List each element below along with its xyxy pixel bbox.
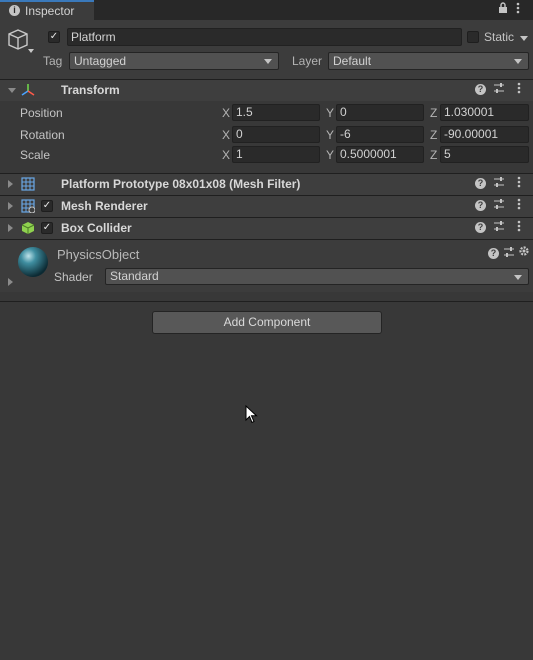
axis-x-label[interactable]: X bbox=[222, 148, 230, 162]
info-icon: i bbox=[9, 5, 20, 16]
presets-icon[interactable] bbox=[503, 246, 515, 261]
chevron-down-icon bbox=[264, 59, 272, 64]
axis-y-label[interactable]: Y bbox=[326, 148, 334, 162]
axis-z-label[interactable]: Z bbox=[430, 148, 437, 162]
shader-value: Standard bbox=[110, 269, 159, 283]
object-name-field[interactable]: Platform bbox=[67, 28, 462, 46]
scale-label: Scale bbox=[20, 148, 51, 162]
rotation-label: Rotation bbox=[20, 128, 65, 142]
position-z-field[interactable]: 1.030001 bbox=[440, 104, 529, 121]
axis-z-label[interactable]: Z bbox=[430, 128, 437, 142]
add-component-button[interactable]: Add Component bbox=[152, 311, 382, 334]
active-checkbox[interactable]: ✓ bbox=[48, 31, 60, 43]
chevron-down-icon bbox=[514, 59, 522, 64]
component-title: Platform Prototype 08x01x08 (Mesh Filter… bbox=[61, 177, 301, 191]
kebab-menu-icon[interactable] bbox=[517, 176, 521, 191]
enabled-checkbox[interactable]: ✓ bbox=[41, 200, 53, 212]
component-title: Transform bbox=[61, 83, 120, 97]
tag-label: Tag bbox=[43, 54, 63, 68]
tag-value: Untagged bbox=[74, 54, 127, 68]
shader-dropdown[interactable]: Standard bbox=[105, 268, 529, 285]
static-dropdown-icon[interactable] bbox=[520, 36, 528, 41]
help-icon[interactable]: ? bbox=[475, 200, 486, 211]
foldout-arrow-icon[interactable] bbox=[8, 202, 13, 210]
scale-z-field[interactable]: 5 bbox=[440, 146, 529, 163]
tab-label: Inspector bbox=[25, 4, 75, 18]
position-y-field[interactable]: 0 bbox=[336, 104, 424, 121]
lock-icon[interactable] bbox=[498, 2, 508, 17]
static-checkbox[interactable] bbox=[467, 31, 479, 43]
scale-y-field[interactable]: 0.5000001 bbox=[336, 146, 424, 163]
mesh-renderer-header[interactable]: ✓ Mesh Renderer ? bbox=[0, 195, 533, 217]
gameobject-header: ✓ Platform Static Tag Untagged Layer Def… bbox=[0, 20, 533, 81]
position-label: Position bbox=[20, 106, 63, 120]
kebab-menu-icon[interactable] bbox=[516, 2, 520, 17]
axis-y-label[interactable]: Y bbox=[326, 106, 334, 120]
tab-bar: i Inspector bbox=[0, 0, 533, 20]
rotation-y-field[interactable]: -6 bbox=[336, 126, 424, 143]
rotation-x-field[interactable]: 0 bbox=[232, 126, 320, 143]
box-collider-icon bbox=[21, 221, 35, 238]
box-collider-header[interactable]: ✓ Box Collider ? bbox=[0, 217, 533, 239]
presets-icon[interactable] bbox=[493, 220, 505, 235]
scale-x-field[interactable]: 1 bbox=[232, 146, 320, 163]
gear-icon[interactable] bbox=[518, 245, 530, 260]
tag-dropdown[interactable]: Untagged bbox=[69, 52, 279, 70]
mesh-renderer-icon bbox=[21, 199, 36, 216]
axis-x-label[interactable]: X bbox=[222, 106, 230, 120]
tab-inspector[interactable]: i Inspector bbox=[0, 0, 94, 20]
material-name: PhysicsObject bbox=[57, 247, 140, 262]
static-label[interactable]: Static bbox=[484, 30, 514, 44]
position-x-field[interactable]: 1.5 bbox=[232, 104, 320, 121]
layer-label: Layer bbox=[292, 54, 323, 68]
mesh-filter-header[interactable]: Platform Prototype 08x01x08 (Mesh Filter… bbox=[0, 173, 533, 195]
foldout-arrow-icon[interactable] bbox=[8, 278, 13, 286]
presets-icon[interactable] bbox=[493, 198, 505, 213]
foldout-arrow-icon[interactable] bbox=[8, 180, 13, 188]
help-icon[interactable]: ? bbox=[475, 84, 486, 95]
foldout-arrow-icon[interactable] bbox=[8, 88, 16, 93]
presets-icon[interactable] bbox=[493, 176, 505, 191]
gameobject-cube-icon[interactable] bbox=[8, 28, 36, 59]
rotation-z-field[interactable]: -90.00001 bbox=[440, 126, 529, 143]
transform-header[interactable]: Transform ? bbox=[0, 79, 533, 101]
chevron-down-icon bbox=[514, 275, 522, 280]
component-title: Box Collider bbox=[61, 221, 132, 235]
transform-icon bbox=[20, 82, 36, 101]
help-icon[interactable]: ? bbox=[488, 248, 499, 259]
component-title: Mesh Renderer bbox=[61, 199, 148, 213]
kebab-menu-icon[interactable] bbox=[517, 220, 521, 235]
kebab-menu-icon[interactable] bbox=[517, 82, 521, 97]
axis-x-label[interactable]: X bbox=[222, 128, 230, 142]
axis-y-label[interactable]: Y bbox=[326, 128, 334, 142]
shader-label: Shader bbox=[54, 270, 93, 284]
presets-icon[interactable] bbox=[493, 82, 505, 97]
material-section: PhysicsObject ? Shader Standard bbox=[0, 239, 533, 292]
layer-dropdown[interactable]: Default bbox=[328, 52, 529, 70]
axis-z-label[interactable]: Z bbox=[430, 106, 437, 120]
layer-value: Default bbox=[333, 54, 372, 68]
material-sphere-icon[interactable] bbox=[17, 246, 49, 281]
foldout-arrow-icon[interactable] bbox=[8, 224, 13, 232]
kebab-menu-icon[interactable] bbox=[517, 198, 521, 213]
help-icon[interactable]: ? bbox=[475, 222, 486, 233]
enabled-checkbox[interactable]: ✓ bbox=[41, 222, 53, 234]
mesh-filter-icon bbox=[21, 177, 35, 194]
mouse-cursor-icon bbox=[245, 404, 259, 428]
separator bbox=[0, 301, 533, 302]
help-icon[interactable]: ? bbox=[475, 178, 486, 189]
